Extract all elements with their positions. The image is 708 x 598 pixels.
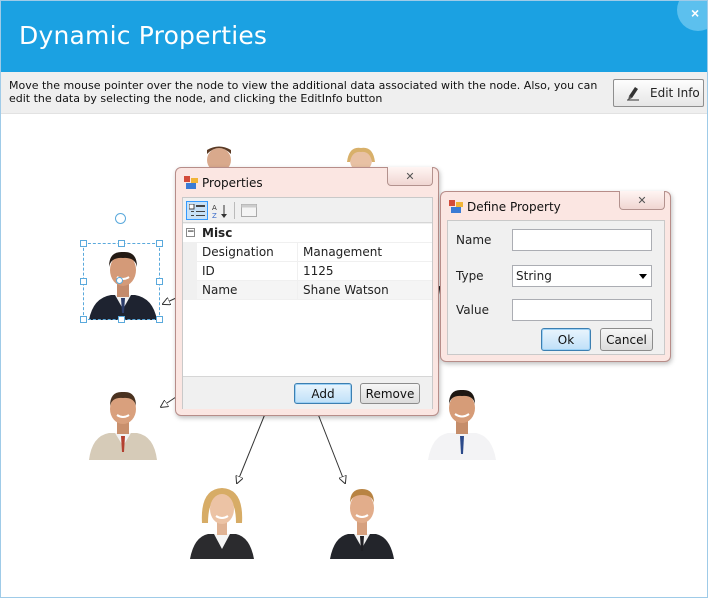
properties-title: Properties	[202, 176, 263, 190]
properties-footer: Add Remove	[183, 376, 432, 409]
property-value[interactable]: Shane Watson	[303, 283, 389, 297]
window-title: Dynamic Properties	[19, 21, 268, 50]
edit-info-button[interactable]: Edit Info	[613, 79, 704, 107]
category-row[interactable]: − Misc	[183, 224, 432, 243]
resize-handle[interactable]	[80, 278, 87, 285]
resize-handle[interactable]	[118, 240, 125, 247]
property-name: ID	[202, 264, 215, 278]
property-row[interactable]: Name Shane Watson	[183, 281, 432, 300]
employee-node-bottom-right[interactable]	[330, 483, 394, 559]
property-grid-toolbar: A Z	[183, 198, 432, 223]
employee-node-top-right[interactable]	[339, 146, 384, 168]
define-property-dialog: Define Property ✕ Name Type String Value…	[440, 191, 671, 362]
pin-handle[interactable]	[116, 277, 123, 284]
pencil-icon	[627, 87, 639, 101]
resize-handle[interactable]	[156, 240, 163, 247]
chevron-down-icon	[639, 274, 647, 279]
instructions-text: Move the mouse pointer over the node to …	[9, 79, 598, 105]
remove-button[interactable]: Remove	[360, 383, 420, 404]
properties-close-button[interactable]: ✕	[387, 167, 433, 186]
define-property-close-button[interactable]: ✕	[619, 191, 665, 210]
app-window: Dynamic Properties × Move the mouse poin…	[0, 0, 708, 598]
employee-node-left[interactable]	[89, 384, 157, 460]
value-label: Value	[456, 303, 489, 317]
connector	[237, 413, 266, 483]
employee-node-top-left[interactable]	[197, 146, 242, 168]
info-bar: Move the mouse pointer over the node to …	[1, 72, 707, 114]
type-value: String	[516, 269, 552, 283]
connector	[317, 413, 345, 483]
alphabetical-button[interactable]: A Z	[209, 201, 231, 220]
add-button[interactable]: Add	[294, 383, 352, 404]
toolbar-separator	[234, 202, 235, 219]
property-row[interactable]: ID 1125	[183, 262, 432, 281]
connector	[161, 396, 177, 407]
close-icon: ✕	[637, 193, 647, 207]
value-field[interactable]	[512, 299, 652, 321]
app-icon	[449, 200, 463, 213]
sort-az-icon: A Z	[212, 204, 227, 219]
type-label: Type	[456, 269, 484, 283]
svg-text:Z: Z	[212, 212, 217, 219]
type-select[interactable]: String	[512, 265, 652, 287]
name-field[interactable]	[512, 229, 652, 251]
property-grid[interactable]: − Misc Designation Management ID 1125 Na…	[183, 224, 432, 376]
app-icon	[184, 176, 198, 189]
property-pages-icon	[241, 204, 257, 217]
ok-button[interactable]: Ok	[541, 328, 591, 351]
svg-text:A: A	[212, 204, 217, 212]
edit-info-label: Edit Info	[650, 86, 700, 100]
collapse-toggle-icon[interactable]: −	[186, 228, 195, 237]
resize-handle[interactable]	[118, 316, 125, 323]
property-row[interactable]: Designation Management	[183, 243, 432, 262]
title-bar: Dynamic Properties ×	[1, 1, 707, 72]
employee-node-bottom-left[interactable]	[190, 483, 254, 559]
property-name: Designation	[202, 245, 274, 259]
categorized-button[interactable]	[186, 201, 208, 220]
property-grid-panel: A Z − Misc Designation Management ID 112…	[182, 197, 433, 409]
resize-handle[interactable]	[156, 316, 163, 323]
property-pages-button[interactable]	[238, 201, 260, 220]
property-name: Name	[202, 283, 238, 297]
close-icon: ✕	[405, 169, 415, 183]
properties-dialog: Properties ✕ A Z − Misc Designation Mana…	[175, 167, 439, 416]
resize-handle[interactable]	[156, 278, 163, 285]
category-label: Misc	[202, 226, 233, 240]
close-window-button[interactable]: ×	[677, 1, 707, 31]
resize-handle[interactable]	[80, 240, 87, 247]
define-property-panel: Name Type String Value Ok Cancel	[447, 220, 665, 355]
name-label: Name	[456, 233, 492, 247]
define-property-title: Define Property	[467, 200, 561, 214]
property-value[interactable]: Management	[303, 245, 382, 259]
property-value[interactable]: 1125	[303, 264, 334, 278]
close-icon: ×	[691, 5, 700, 21]
categorized-icon	[189, 203, 205, 216]
rotate-handle[interactable]	[115, 213, 126, 224]
cancel-button[interactable]: Cancel	[600, 328, 653, 351]
resize-handle[interactable]	[80, 316, 87, 323]
